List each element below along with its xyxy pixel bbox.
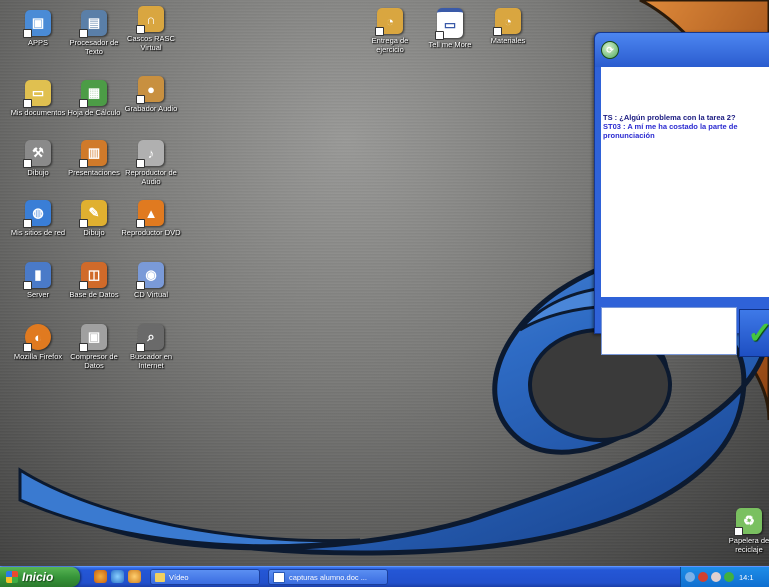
submit-icon: ◔ xyxy=(375,8,403,36)
start-button[interactable]: Inicio xyxy=(0,567,80,587)
desktop-icon-search[interactable]: ⌕ Buscador en Internet xyxy=(118,324,184,370)
taskbar-item-video[interactable]: Vídeo xyxy=(150,569,260,585)
chat-message: ST03 : A mí me ha costado la parte de pr… xyxy=(603,122,738,140)
monitor-icon: ▣ xyxy=(23,10,51,38)
chat-menu-button[interactable]: ⟳ xyxy=(601,41,619,59)
presentation-icon: ▥ xyxy=(79,140,107,168)
wrench-icon: ⚒ xyxy=(23,140,51,168)
search-icon: ⌕ xyxy=(136,324,164,352)
chat-title-bar[interactable]: ⟳ xyxy=(595,33,769,67)
quicklaunch-browser-icon[interactable] xyxy=(94,570,107,583)
folder-icon: ▭ xyxy=(23,80,51,108)
word-document-icon xyxy=(273,571,285,583)
clock[interactable]: 14:1 xyxy=(739,573,754,582)
chat-send-button[interactable]: ✓ xyxy=(739,309,769,357)
compressor-icon: ▣ xyxy=(79,324,107,352)
folder-icon xyxy=(155,572,165,582)
document-computer-icon: ▤ xyxy=(79,10,107,38)
volume-icon[interactable] xyxy=(724,572,734,582)
desktop-icon-materiales[interactable]: ◔ Materiales xyxy=(475,8,541,45)
desktop-icon-audio-player[interactable]: ♪ Reproductor de Audio xyxy=(118,140,184,186)
task-label: Vídeo xyxy=(169,572,189,582)
server-icon: ▮ xyxy=(23,262,51,290)
desktop-icon-tellmemore[interactable]: ▭ Tell me More xyxy=(417,8,483,49)
desktop-icon-recycle-bin[interactable]: ♻ Papelera de reciclaje xyxy=(716,508,769,554)
speaker-icon: ♪ xyxy=(136,140,164,168)
task-label: capturas alumno.doc ... xyxy=(289,572,367,582)
network-globe-icon: ◍ xyxy=(23,200,51,228)
materials-icon: ◔ xyxy=(493,8,521,36)
window-icon: ▭ xyxy=(435,8,463,40)
checkmark-icon: ✓ xyxy=(747,316,769,350)
cd-icon: ◉ xyxy=(136,262,164,290)
desktop: ▣ APPS ▤ Procesador de Texto ∩ Cascos RA… xyxy=(0,0,769,566)
desktop-icon-audio-recorder[interactable]: ● Grabador Audio xyxy=(118,76,184,113)
taskbar-item-capturas[interactable]: capturas alumno.doc ... xyxy=(268,569,388,585)
system-tray: 14:1 xyxy=(680,567,769,587)
antivirus-icon[interactable] xyxy=(711,572,721,582)
drawing-icon: ✎ xyxy=(79,200,107,228)
windows-logo-icon xyxy=(6,571,18,583)
firefox-icon: ◐ xyxy=(23,324,51,352)
quicklaunch-ie-icon[interactable] xyxy=(111,570,124,583)
database-icon: ◫ xyxy=(79,262,107,290)
taskbar: Inicio Vídeo capturas alumno.doc ... 14:… xyxy=(0,566,769,587)
chat-message: TS : ¿Algún problema con la tarea 2? xyxy=(603,113,736,122)
network-icon[interactable] xyxy=(685,572,695,582)
desktop-icon-dvd-player[interactable]: ▲ Reproductor DVD xyxy=(118,200,184,237)
chat-window[interactable]: ⟳ TS : ¿Algún problema con la tarea 2? S… xyxy=(594,32,769,357)
desktop-icon-entrega[interactable]: ◔ Entrega de ejercicio xyxy=(357,8,423,54)
audio-recorder-icon: ● xyxy=(136,76,164,104)
quicklaunch-person-icon[interactable] xyxy=(128,570,141,583)
chat-message-input[interactable] xyxy=(601,307,737,355)
headphones-icon: ∩ xyxy=(136,6,164,34)
desktop-icon-cd-virtual[interactable]: ◉ CD Virtual xyxy=(118,262,184,299)
security-icon[interactable] xyxy=(698,572,708,582)
vlc-cone-icon: ▲ xyxy=(136,200,164,228)
spreadsheet-icon: ▦ xyxy=(79,80,107,108)
arrow-icon: ⟳ xyxy=(606,44,614,55)
recycle-bin-icon: ♻ xyxy=(734,508,762,536)
chat-log: TS : ¿Algún problema con la tarea 2? ST0… xyxy=(601,67,769,297)
desktop-icon-cascos[interactable]: ∩ Cascos RASC Virtual xyxy=(118,6,184,52)
start-label: Inicio xyxy=(22,570,54,584)
